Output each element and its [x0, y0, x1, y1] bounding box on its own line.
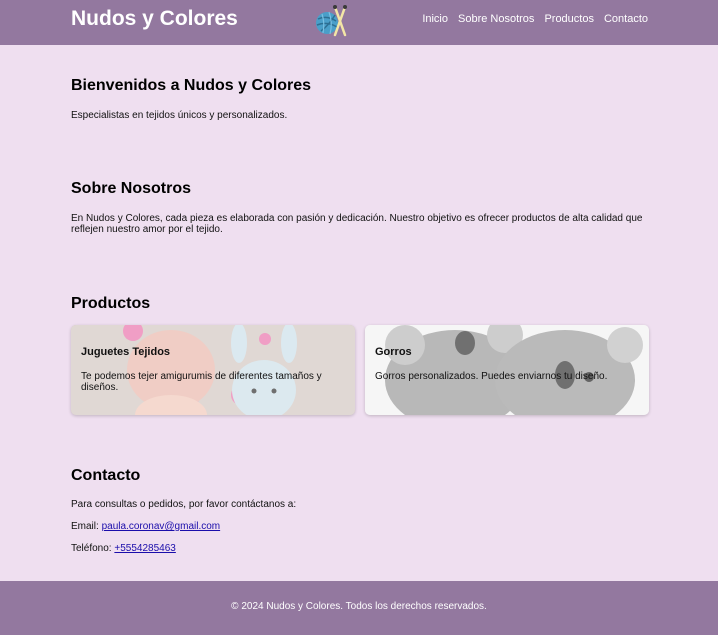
main-nav: Inicio Sobre Nosotros Productos Contacto [422, 13, 648, 25]
product-description: Gorros personalizados. Puedes enviarnos … [375, 371, 608, 382]
email-label: Email: [71, 521, 99, 532]
contact-intro: Para consultas o pedidos, por favor cont… [71, 499, 297, 510]
product-title: Gorros [375, 346, 412, 358]
product-description: Te podemos tejer amigurumis de diferente… [81, 371, 322, 393]
products-title: Productos [71, 295, 151, 312]
nav-link-contacto[interactable]: Contacto [604, 13, 648, 25]
about-title: Sobre Nosotros [71, 180, 192, 197]
site-footer: © 2024 Nudos y Colores. Todos los derech… [0, 581, 718, 635]
yarn-ball-needles-icon [316, 5, 347, 37]
product-card-juguetes[interactable]: Juguetes Tejidos Te podemos tejer amigur… [71, 325, 355, 415]
contact-email-line: Email: paula.coronav@gmail.com [71, 521, 649, 532]
contact-phone-line: Teléfono: +5554285463 [71, 543, 649, 554]
hero-text: Especialistas en tejidos únicos y person… [71, 110, 288, 121]
phone-label: Teléfono: [71, 543, 112, 554]
nav-link-productos[interactable]: Productos [544, 13, 594, 25]
hero-title: Bienvenidos a Nudos y Colores [71, 77, 312, 94]
products-section: Productos Juguetes Tejidos Te podemos te… [71, 295, 649, 415]
nav-link-inicio[interactable]: Inicio [422, 13, 448, 25]
nav-link-sobre-nosotros[interactable]: Sobre Nosotros [458, 13, 534, 25]
about-section: Sobre Nosotros En Nudos y Colores, cada … [71, 180, 649, 235]
product-title: Juguetes Tejidos [81, 346, 171, 358]
product-card-gorros[interactable]: Gorros Gorros personalizados. Puedes env… [365, 325, 649, 415]
hero-section: Bienvenidos a Nudos y Colores Especialis… [71, 77, 649, 121]
product-list: Juguetes Tejidos Te podemos tejer amigur… [71, 325, 649, 415]
site-header: Nudos y Colores Inicio Sobre Nosotros Pr… [0, 0, 718, 45]
site-brand[interactable]: Nudos y Colores [71, 7, 238, 31]
footer-text: © 2024 Nudos y Colores. Todos los derech… [231, 601, 487, 612]
contact-section: Contacto Para consultas o pedidos, por f… [71, 467, 649, 554]
about-text: En Nudos y Colores, cada pieza es elabor… [71, 213, 643, 235]
phone-link[interactable]: +5554285463 [114, 543, 175, 554]
email-link[interactable]: paula.coronav@gmail.com [102, 521, 221, 532]
contact-title: Contacto [71, 467, 141, 484]
